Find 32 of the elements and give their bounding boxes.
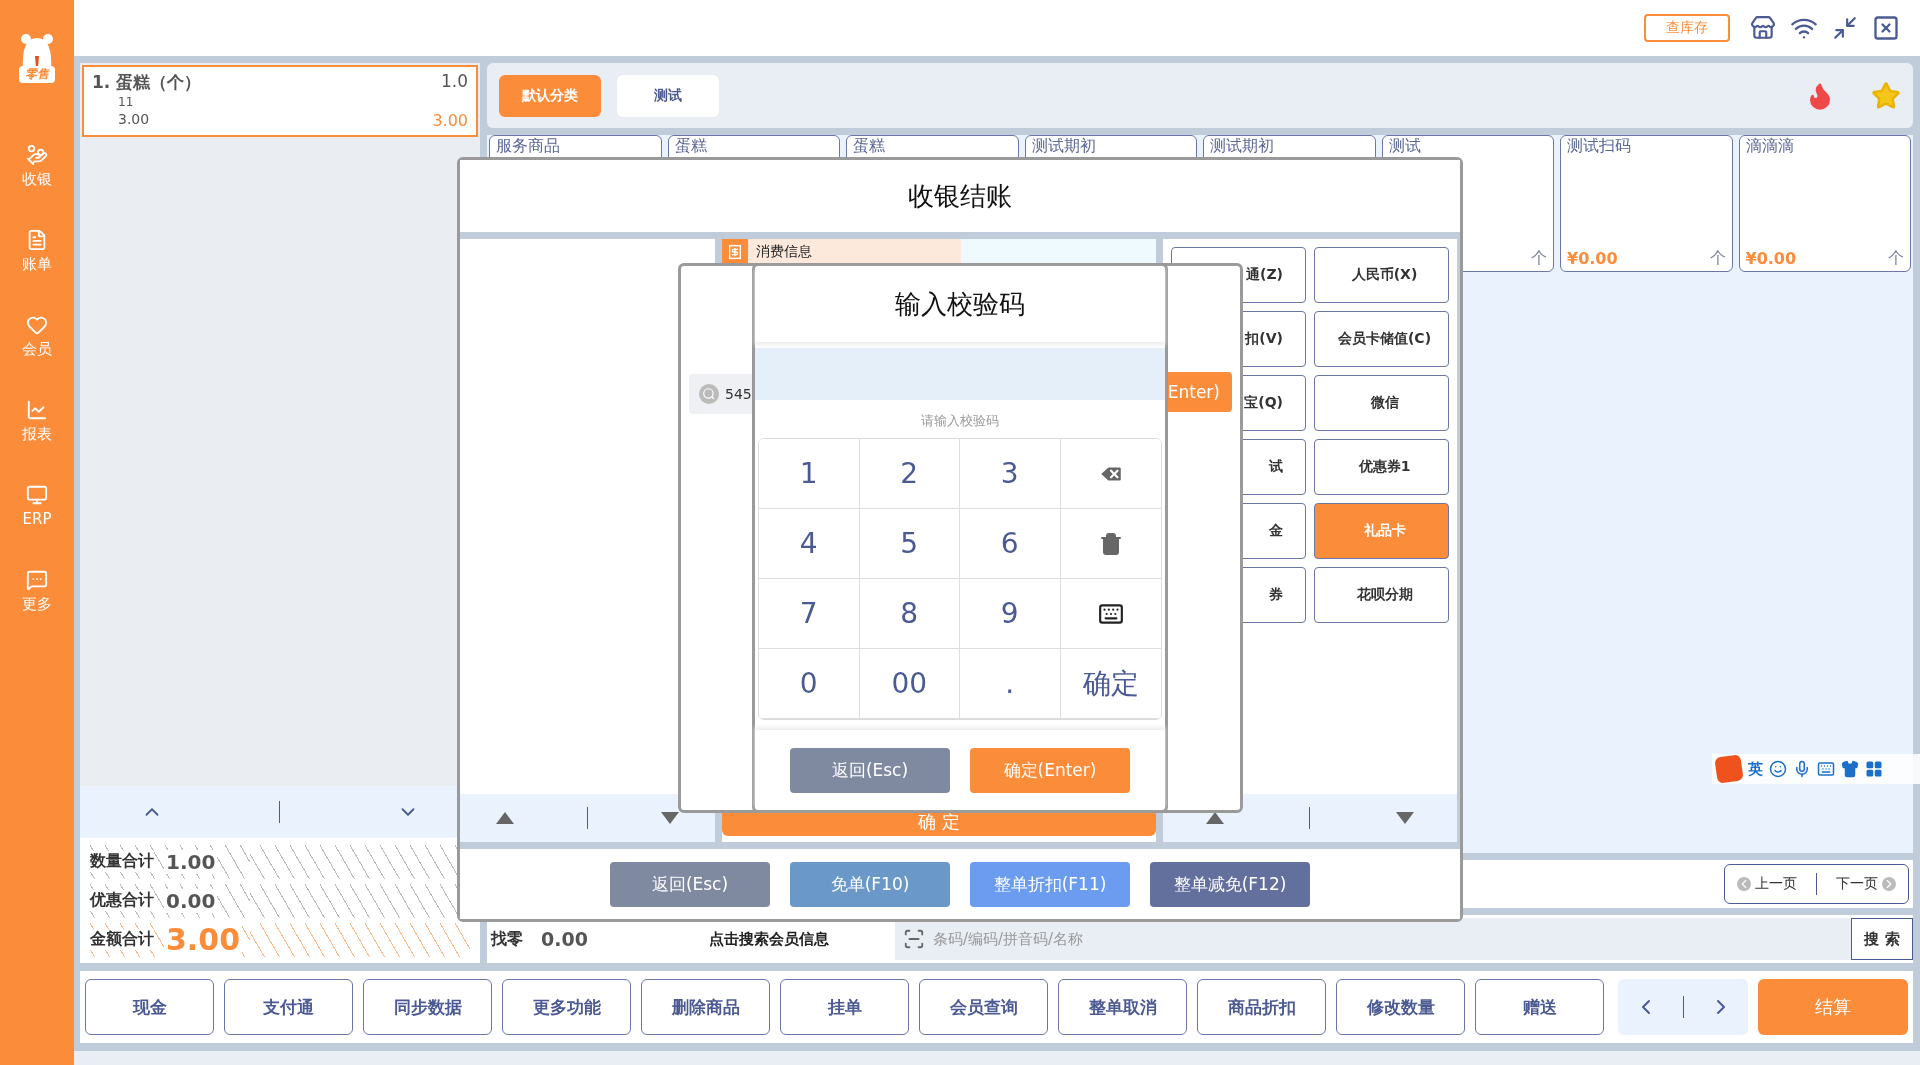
total-label: 金额合计 <box>90 929 154 950</box>
product-name: 服务商品 <box>496 136 560 155</box>
total-label: 数量合计 <box>90 851 154 872</box>
dialog-title: 输入校验码 <box>895 287 1025 321</box>
product-name: 测试 <box>1388 136 1421 155</box>
dialog-title: 收银结账 <box>908 179 1012 213</box>
product-name: 滴滴滴 <box>1745 136 1794 155</box>
product-name: 蛋糕 <box>674 136 707 155</box>
product-name: 测试期初 <box>1031 136 1096 155</box>
item-amount: 3.00 <box>432 110 468 131</box>
total-value: 1.00 <box>164 849 218 874</box>
product-name: 测试期初 <box>1210 136 1274 155</box>
change-value: 0.00 <box>541 928 589 950</box>
product-unit: 个 <box>1888 248 1904 269</box>
field-value: 545 <box>725 386 752 402</box>
item-quantity: 1.0 <box>439 71 468 93</box>
product-price: ¥0.00 <box>1745 249 1797 268</box>
input-hint: 请输入校验码 <box>921 412 999 430</box>
product-name: 蛋糕 <box>853 136 885 155</box>
product-price: ¥0.00 <box>1567 249 1618 268</box>
product-unit: 个 <box>1531 248 1547 269</box>
item-price: 3.00 <box>117 110 151 129</box>
product-unit: 个 <box>1709 248 1726 269</box>
total-label: 优惠合计 <box>90 890 154 911</box>
logo-text: 零售 <box>19 66 55 83</box>
change-label: 找零 <box>491 928 523 950</box>
product-name: 测试扫码 <box>1567 136 1631 155</box>
item-name: 1. 蛋糕（个） <box>92 71 203 94</box>
total-value: 3.00 <box>164 922 243 957</box>
total-value: 0.00 <box>164 888 218 913</box>
section-title: 消费信息 <box>756 243 812 261</box>
item-code: 11 <box>117 95 135 111</box>
